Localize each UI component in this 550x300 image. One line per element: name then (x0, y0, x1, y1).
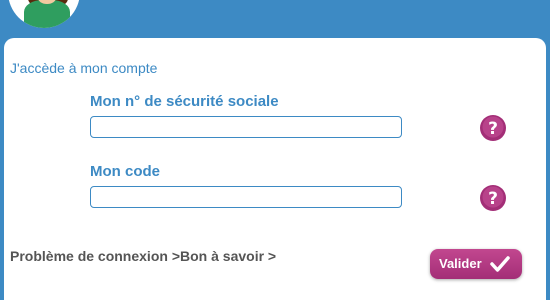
login-panel: J'accède à mon compte Mon n° de sécurité… (4, 38, 546, 300)
ssn-input[interactable] (90, 116, 402, 138)
ssn-label: Mon n° de sécurité sociale (90, 93, 279, 110)
code-label: Mon code (90, 163, 160, 180)
code-help-icon[interactable]: ? (479, 184, 507, 212)
validate-button-label: Valider (439, 256, 482, 271)
code-input[interactable] (90, 186, 402, 208)
connection-problem-link[interactable]: Problème de connexion > (10, 248, 180, 264)
header-bar (0, 0, 550, 38)
validate-button[interactable]: Valider (430, 249, 522, 279)
help-links: Problème de connexion >Bon à savoir > (10, 248, 276, 264)
login-heading: J'accède à mon compte (10, 60, 158, 76)
checkmark-icon (490, 256, 510, 272)
user-avatar (8, 0, 80, 28)
svg-text:?: ? (488, 119, 498, 139)
ssn-help-icon[interactable]: ? (479, 114, 507, 142)
svg-text:?: ? (488, 189, 498, 209)
avatar-shirt (24, 0, 70, 28)
good-to-know-link[interactable]: Bon à savoir > (180, 248, 276, 264)
